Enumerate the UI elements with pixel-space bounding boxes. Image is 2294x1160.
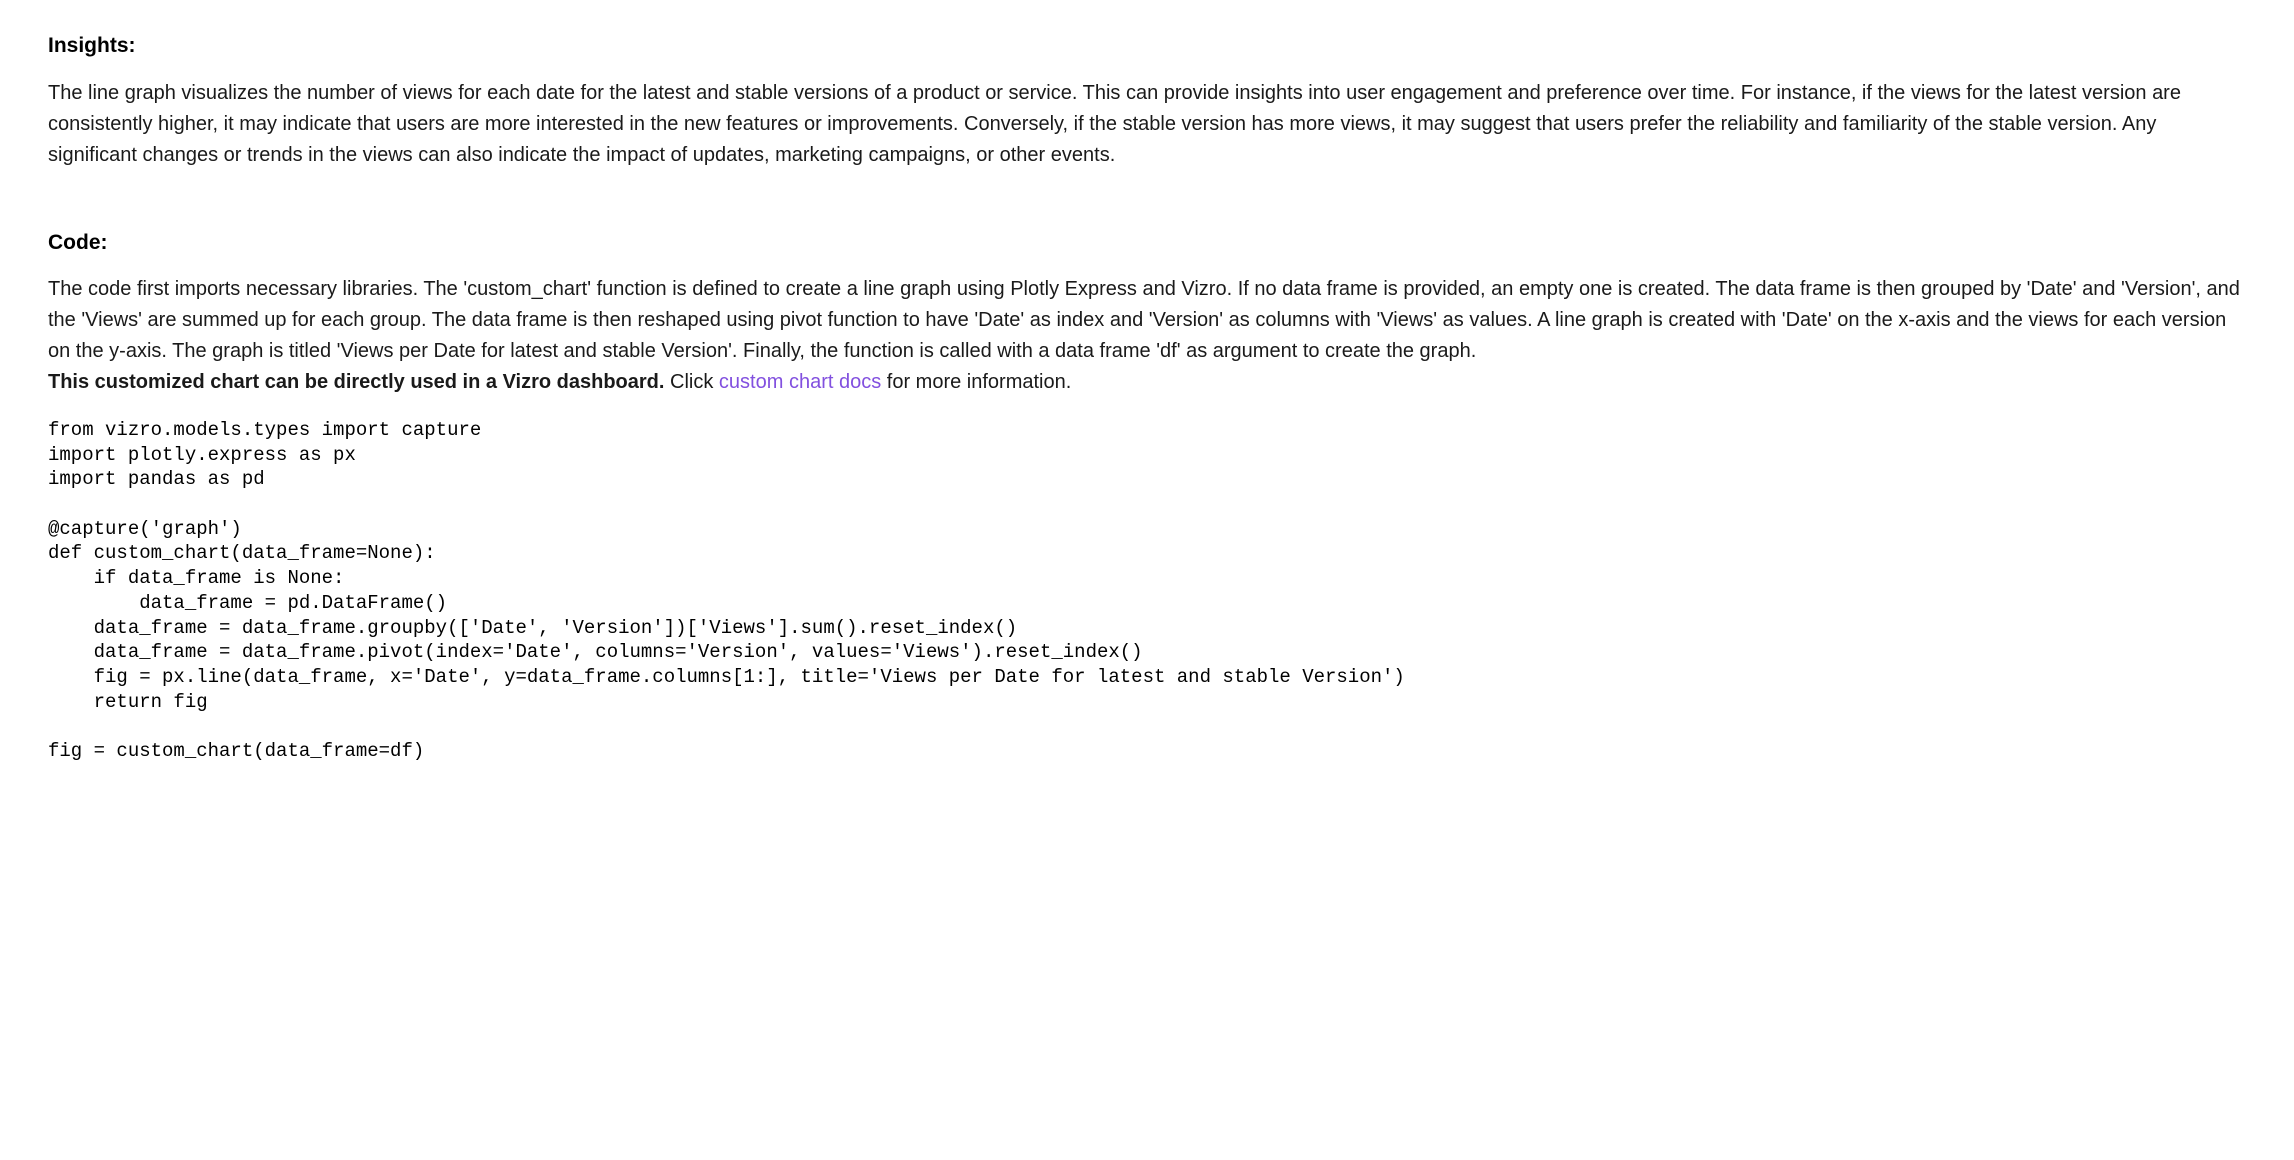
code-block: from vizro.models.types import capture i… [48, 418, 2246, 764]
code-bold-note: This customized chart can be directly us… [48, 371, 664, 393]
insights-heading: Insights: [48, 30, 2246, 62]
code-suffix-text: for more information. [881, 371, 1071, 393]
custom-chart-docs-link[interactable]: custom chart docs [719, 371, 881, 393]
code-heading: Code: [48, 227, 2246, 259]
code-explanation-text: The code first imports necessary librari… [48, 278, 2240, 362]
code-explanation-paragraph: The code first imports necessary librari… [48, 274, 2246, 398]
insights-body: The line graph visualizes the number of … [48, 78, 2246, 171]
code-click-text: Click [664, 371, 718, 393]
